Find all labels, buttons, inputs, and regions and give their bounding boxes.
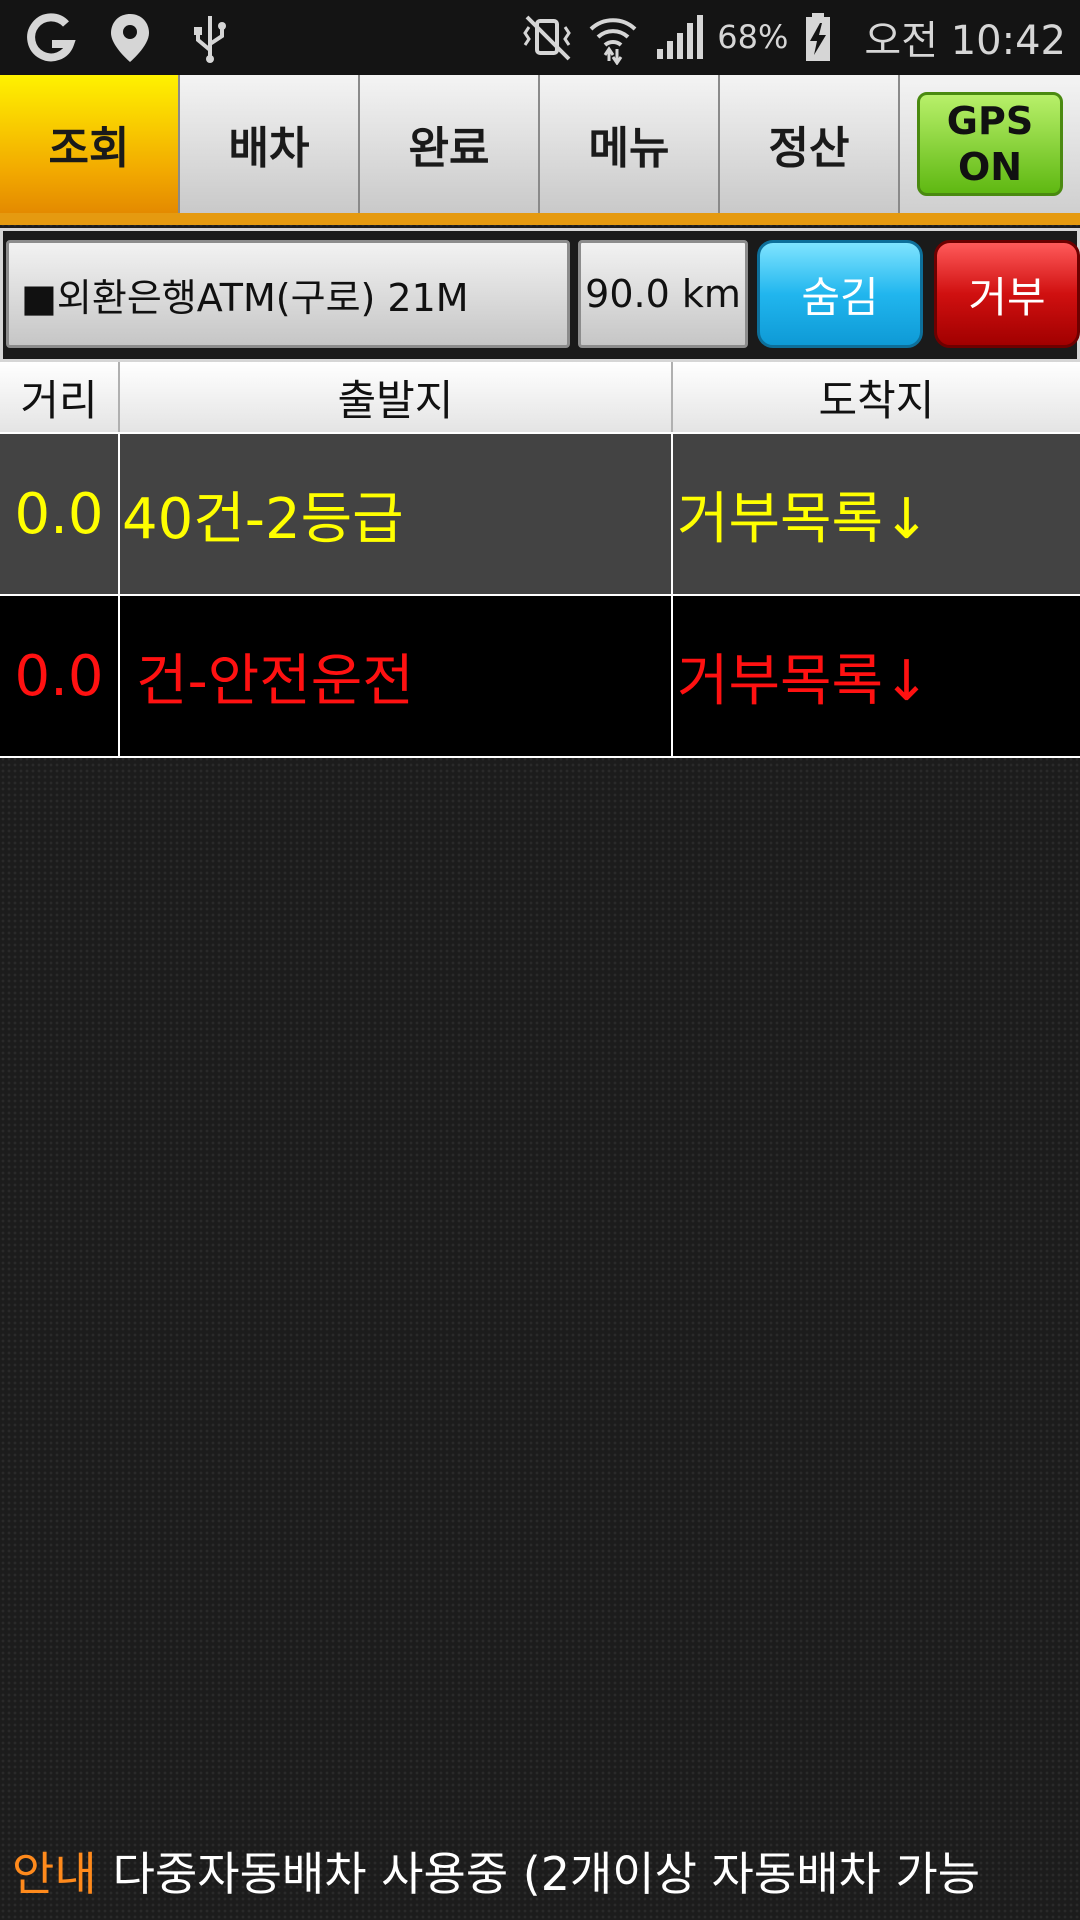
battery-charging-icon: [806, 13, 831, 61]
header-origin: 출발지: [120, 362, 673, 432]
tab-menu[interactable]: 메뉴: [540, 75, 720, 213]
tab-dispatch[interactable]: 배차: [180, 75, 360, 213]
gps-container: GPS ON: [900, 75, 1080, 213]
row-distance: 0.0: [0, 434, 120, 594]
tab-settlement[interactable]: 정산: [720, 75, 900, 213]
gps-state: ON: [957, 145, 1023, 189]
g-logo-icon: [27, 13, 76, 62]
table-row[interactable]: 0.0 건-안전운전 거부목록↓: [0, 596, 1080, 758]
row-origin: 40건-2등급: [120, 434, 673, 594]
radius-field[interactable]: 90.0 km: [578, 240, 748, 348]
usb-icon: [194, 16, 226, 63]
signal-icon: [657, 15, 704, 59]
row-distance: 0.0: [0, 596, 120, 756]
dispatch-table: 거리 출발지 도착지 0.0 40건-2등급 거부목록↓ 0.0 건-안전운전 …: [0, 362, 1080, 758]
notice-ticker: 안내 다중자동배차 사용중 (2개이상 자동배차 가능: [0, 1838, 1080, 1914]
tab-complete[interactable]: 완료: [360, 75, 540, 213]
notice-message: 다중자동배차 사용중 (2개이상 자동배차 가능: [112, 1847, 981, 1901]
header-destination: 도착지: [818, 375, 935, 425]
table-row[interactable]: 0.0 40건-2등급 거부목록↓: [0, 434, 1080, 596]
tab-inquiry[interactable]: 조회: [0, 75, 180, 213]
info-row: ■외환은행ATM(구로) 21M 90.0 km 숨김 거부: [0, 228, 1080, 362]
battery-percent: 68%: [717, 18, 789, 56]
row-destination: 거부목록↓: [677, 486, 931, 552]
notice-label: 안내: [12, 1847, 97, 1901]
location-pin-icon: [111, 14, 149, 62]
vibrate-mute-icon: [523, 15, 572, 61]
hide-button[interactable]: 숨김: [757, 240, 923, 348]
current-location-field: ■외환은행ATM(구로) 21M: [6, 240, 570, 348]
header-distance: 거리: [0, 362, 120, 432]
row-origin: 건-안전운전: [120, 596, 673, 756]
wifi-icon: [589, 18, 637, 65]
row-destination: 거부목록↓: [677, 648, 931, 714]
gps-label: GPS: [946, 99, 1034, 143]
tab-bar: 조회 배차 완료 메뉴 정산 GPS ON: [0, 75, 1080, 225]
clock: 오전 10:42: [864, 18, 1066, 64]
status-right-icons: 68% 오전 10:42: [519, 8, 1066, 66]
table-header: 거리 출발지 도착지: [0, 362, 1080, 434]
status-bar: 68% 오전 10:42: [0, 0, 1080, 75]
gps-toggle-button[interactable]: GPS ON: [917, 92, 1063, 196]
status-left-icons: [22, 10, 238, 66]
reject-button[interactable]: 거부: [934, 240, 1080, 348]
